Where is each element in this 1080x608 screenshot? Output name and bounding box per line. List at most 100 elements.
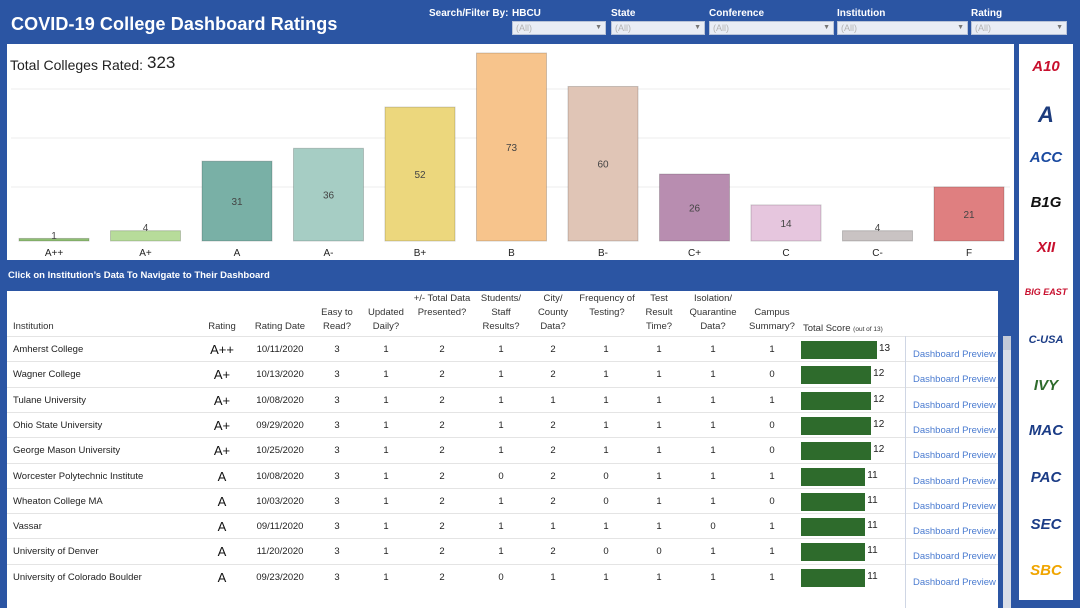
criterion-score: 3	[334, 394, 340, 406]
header-rating-date[interactable]: Rating Date	[248, 320, 312, 334]
table-row[interactable]: University of Denver A 11/20/2020 3 1 2 1 2 0 0 1 1…	[7, 538, 998, 563]
criterion-score: 1	[710, 571, 716, 583]
dashboard-preview-link[interactable]: Dashboard Preview	[913, 425, 996, 436]
table-row[interactable]: Wheaton College MA A 10/03/2020 3 1 2 1 2 0 1 1 0 11	[7, 487, 998, 514]
header-test-result-time[interactable]: Test Result Time?	[639, 292, 679, 334]
sec-logo[interactable]: SEC	[1019, 516, 1073, 533]
acc-logo[interactable]: ACC	[1019, 149, 1073, 166]
filter-institution-select[interactable]: (All) ▼	[837, 21, 968, 35]
criterion-score: 0	[603, 495, 609, 507]
header-students-staff[interactable]: Students/ Staff Results?	[474, 292, 528, 334]
criterion-score: 1	[383, 495, 389, 507]
criterion-score: 2	[439, 369, 445, 381]
criterion-score: 2	[439, 344, 445, 355]
big-12-logo[interactable]: XII	[1019, 239, 1073, 256]
rating-date: 10/08/2020	[256, 470, 304, 482]
rating-grade: A	[217, 519, 227, 535]
table-scrollbar[interactable]	[1003, 336, 1011, 608]
institution-name[interactable]: George Mason University	[13, 438, 203, 463]
criterion-score: 2	[439, 445, 445, 457]
institution-name[interactable]: Tulane University	[13, 388, 203, 413]
pac-12-logo[interactable]: PAC	[1019, 469, 1073, 486]
header-rating[interactable]: Rating	[201, 320, 243, 334]
a10-logo[interactable]: A10	[1019, 58, 1073, 75]
institution-name[interactable]: Ohio State University	[13, 413, 203, 438]
criterion-score: 1	[710, 495, 716, 507]
institution-name[interactable]: University of Colorado Boulder	[13, 565, 203, 590]
table-row[interactable]: University of Colorado Boulder A 09/23/202…	[7, 563, 998, 590]
dashboard-preview-link[interactable]: Dashboard Preview	[913, 551, 996, 562]
dashboard-preview-link[interactable]: Dashboard Preview	[913, 450, 996, 461]
header-institution[interactable]: Institution	[13, 320, 54, 334]
table-row[interactable]: Wagner College A+ 10/13/2020 3 1 2 1 2 1 1 1 0 12	[7, 361, 998, 386]
filter-rating-label: Rating	[971, 8, 1003, 19]
bar-value-label: 31	[231, 197, 243, 208]
header-frequency-testing[interactable]: Frequency of Testing?	[579, 292, 635, 320]
big-ten-logo[interactable]: B1G	[1019, 194, 1073, 211]
institution-name[interactable]: Worcester Polytechnic Institute	[13, 464, 203, 489]
institution-name[interactable]: Vassar	[13, 514, 203, 539]
total-score-value: 11	[867, 545, 878, 557]
rating-grade: A	[217, 544, 227, 560]
mac-logo[interactable]: MAC	[1019, 422, 1073, 439]
criterion-score: 0	[769, 495, 775, 507]
filter-institution: Institution (All) ▼	[837, 8, 968, 35]
criterion-score: 1	[603, 445, 609, 457]
criterion-score: 1	[656, 495, 662, 507]
category-label: C	[782, 248, 789, 259]
table-row[interactable]: Amherst College A++ 10/11/2020 3 1 2 1 2 1 1 1 1 13	[7, 336, 998, 361]
dashboard-preview-link[interactable]: Dashboard Preview	[913, 476, 996, 487]
criterion-score: 0	[603, 470, 609, 482]
header-city-county[interactable]: City/ County Data?	[530, 292, 576, 334]
rating-date: 09/29/2020	[256, 419, 304, 431]
total-score-value: 12	[873, 418, 885, 430]
dashboard-preview-link[interactable]: Dashboard Preview	[913, 526, 996, 537]
header-isolation-quarantine[interactable]: Isolation/ Quarantine Data?	[683, 292, 743, 334]
filter-state-select[interactable]: (All) ▼	[611, 21, 705, 35]
chevron-down-icon: ▼	[957, 24, 964, 31]
table-row[interactable]: Worcester Polytechnic Institute A 10/08/20…	[7, 462, 998, 489]
sun-belt-logo[interactable]: SBC	[1019, 562, 1073, 579]
aac-logo[interactable]: A	[1019, 102, 1073, 128]
header-updated-daily[interactable]: Updated Daily?	[361, 306, 411, 334]
filter-hbcu-select[interactable]: (All) ▼	[512, 21, 606, 35]
table-row[interactable]: Tulane University A+ 10/08/2020 3 1 2 1 1 1 1 1 1 12	[7, 386, 998, 413]
total-colleges-label: Total Colleges Rated:	[10, 57, 144, 73]
dashboard-preview-link[interactable]: Dashboard Preview	[913, 374, 996, 385]
bar-value-label: 21	[963, 210, 975, 221]
criterion-score: 1	[383, 445, 389, 457]
table-row[interactable]: Vassar A 09/11/2020 3 1 2 1 1 1 1 0 1 11	[7, 513, 998, 538]
dashboard-preview-link[interactable]: Dashboard Preview	[913, 501, 996, 512]
institution-name[interactable]: Amherst College	[13, 337, 203, 362]
table-row[interactable]: George Mason University A+ 10/25/2020 3 1 2 1 2…	[7, 437, 998, 462]
total-score-bar	[801, 492, 866, 511]
header-total-score[interactable]: Total Score (out of 13)	[803, 322, 883, 337]
ivy-league-logo[interactable]: IVY	[1019, 377, 1073, 394]
criterion-score: 1	[383, 344, 389, 355]
institution-name[interactable]: Wheaton College MA	[13, 489, 203, 514]
criterion-score: 1	[383, 394, 389, 406]
criterion-score: 1	[769, 521, 775, 533]
filter-rating-select[interactable]: (All) ▼	[971, 21, 1067, 35]
filter-conference-select[interactable]: (All) ▼	[709, 21, 834, 35]
institution-name[interactable]: University of Denver	[13, 539, 203, 564]
criterion-score: 1	[769, 344, 775, 355]
dashboard-preview-link[interactable]: Dashboard Preview	[913, 577, 996, 588]
header-easy-to-read[interactable]: Easy to Read?	[316, 306, 358, 334]
criterion-score: 3	[334, 521, 340, 533]
criterion-score: 2	[439, 495, 445, 507]
table-row[interactable]: Ohio State University A+ 09/29/2020 3 1 2 1 2 1 1…	[7, 411, 998, 438]
c-usa-logo[interactable]: C-USA	[1019, 334, 1073, 346]
dashboard-preview-link[interactable]: Dashboard Preview	[913, 400, 996, 411]
criterion-score: 1	[710, 546, 716, 558]
bar-value-label: 36	[323, 191, 335, 202]
total-score-bar	[801, 543, 866, 562]
dashboard-preview-link[interactable]: Dashboard Preview	[913, 349, 996, 360]
criterion-score: 2	[550, 419, 556, 431]
rating-date: 09/11/2020	[256, 521, 304, 533]
institution-name[interactable]: Wagner College	[13, 362, 203, 387]
header-total-data[interactable]: +/- Total Data Presented?	[412, 292, 472, 320]
table-scrollbar-thumb[interactable]	[1003, 336, 1011, 350]
header-campus-summary[interactable]: Campus Summary?	[746, 306, 798, 334]
big-east-logo[interactable]: BIG EAST	[1019, 287, 1073, 297]
